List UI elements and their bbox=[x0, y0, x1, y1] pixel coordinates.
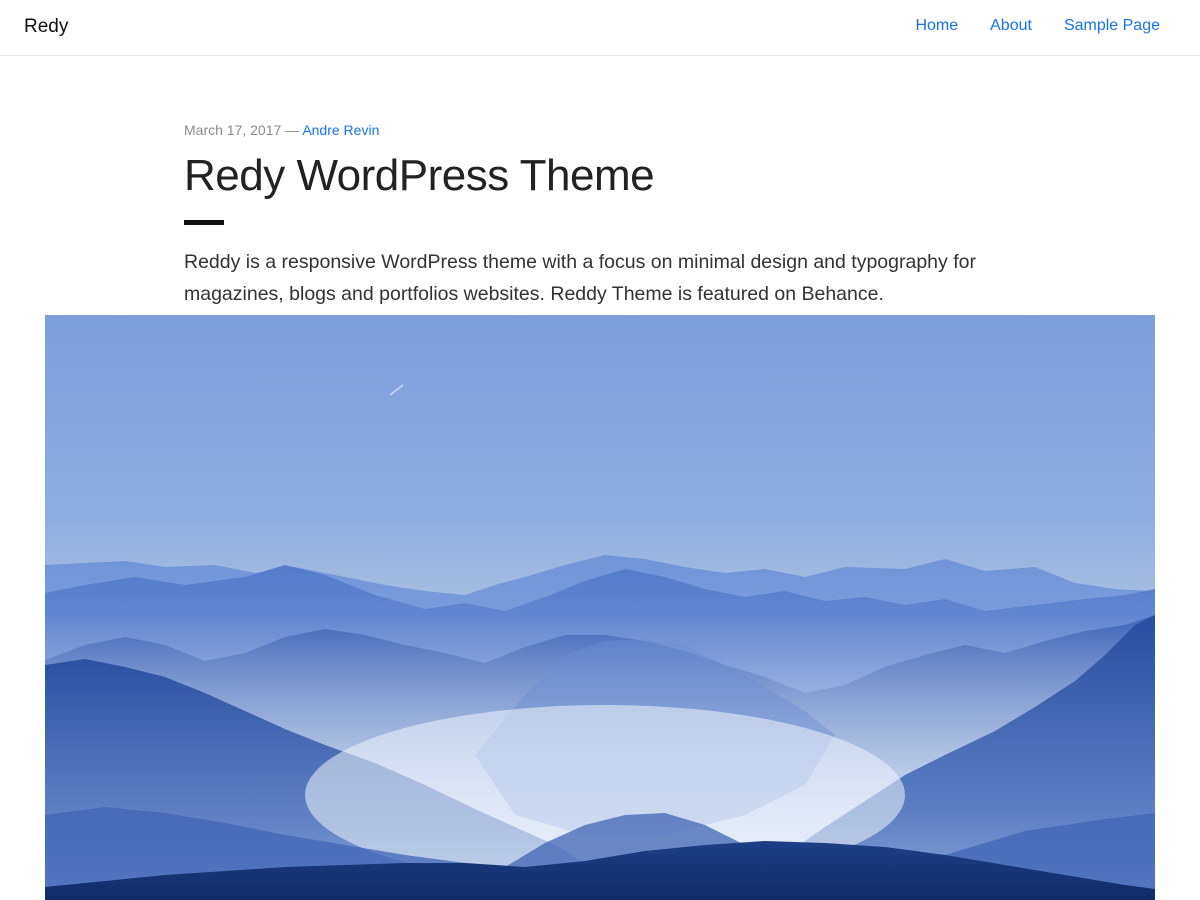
meta-separator: — bbox=[281, 122, 303, 138]
post-header: March 17, 2017 — Andre Revin Redy WordPr… bbox=[184, 122, 1024, 310]
featured-image[interactable] bbox=[45, 315, 1155, 900]
post-excerpt: Reddy is a responsive WordPress theme wi… bbox=[184, 251, 976, 305]
post-title[interactable]: Redy WordPress Theme bbox=[184, 150, 1024, 202]
site-title[interactable]: Redy bbox=[24, 16, 68, 38]
nav-link-home[interactable]: Home bbox=[915, 17, 958, 35]
nav-link-sample-page[interactable]: Sample Page bbox=[1064, 17, 1160, 35]
nav-link-about[interactable]: About bbox=[990, 17, 1032, 35]
site-header: Redy Home About Sample Page bbox=[0, 0, 1200, 56]
main-navigation: Home About Sample Page bbox=[915, 17, 1160, 35]
mountain-landscape-image bbox=[45, 315, 1155, 900]
post-meta: March 17, 2017 — Andre Revin bbox=[184, 122, 1024, 142]
post-author-link[interactable]: Andre Revin bbox=[302, 122, 379, 138]
post-date: March 17, 2017 bbox=[184, 122, 282, 138]
title-divider bbox=[184, 220, 224, 225]
